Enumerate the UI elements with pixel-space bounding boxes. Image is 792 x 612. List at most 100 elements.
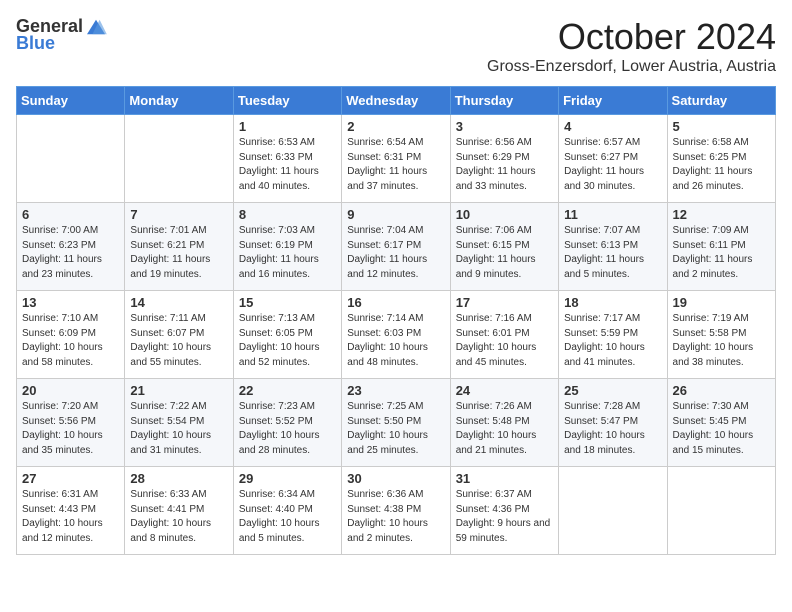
calendar-cell: 9 Sunrise: 7:04 AMSunset: 6:17 PMDaylight… [342, 203, 450, 291]
calendar-cell: 14Sunrise: 7:11 AMSunset: 6:07 PMDayligh… [125, 291, 233, 379]
calendar-week-row: 6 Sunrise: 7:00 AMSunset: 6:23 PMDaylight… [17, 203, 776, 291]
day-number: 25 [564, 383, 661, 398]
day-info: Sunrise: 6:56 AMSunset: 6:29 PMDaylight:… [456, 136, 553, 194]
weekday-header: Monday [125, 87, 233, 115]
day-number: 20 [22, 383, 119, 398]
calendar-cell: 28 Sunrise: 6:33 AMSunset: 4:41 PMDayligh… [125, 467, 233, 555]
calendar-cell: 6 Sunrise: 7:00 AMSunset: 6:23 PMDaylight… [17, 203, 125, 291]
calendar-header-row: SundayMondayTuesdayWednesdayThursdayFrid… [17, 87, 776, 115]
day-info: Sunrise: 7:23 AMSunset: 5:52 PMDaylight:… [239, 400, 336, 458]
page-header: General Blue October 2024 Gross-Enzersdo… [16, 16, 776, 76]
day-number: 31 [456, 471, 553, 486]
day-info: Sunrise: 7:14 AMSunset: 6:03 PMDaylight:… [347, 312, 444, 370]
calendar-cell: 23 Sunrise: 7:25 AMSunset: 5:50 PMDayligh… [342, 379, 450, 467]
day-info: Sunrise: 7:01 AMSunset: 6:21 PMDaylight:… [130, 224, 227, 282]
day-info: Sunrise: 7:06 AMSunset: 6:15 PMDaylight:… [456, 224, 553, 282]
day-number: 18 [564, 295, 661, 310]
calendar-cell: 30Sunrise: 6:36 AMSunset: 4:38 PMDayligh… [342, 467, 450, 555]
day-info: Sunrise: 7:03 AMSunset: 6:19 PMDaylight:… [239, 224, 336, 282]
weekday-header: Tuesday [233, 87, 341, 115]
calendar-week-row: 13 Sunrise: 7:10 AMSunset: 6:09 PMDayligh… [17, 291, 776, 379]
calendar-cell: 13 Sunrise: 7:10 AMSunset: 6:09 PMDayligh… [17, 291, 125, 379]
day-info: Sunrise: 6:34 AMSunset: 4:40 PMDaylight:… [239, 488, 336, 546]
day-info: Sunrise: 7:28 AMSunset: 5:47 PMDaylight:… [564, 400, 661, 458]
calendar-cell: 24Sunrise: 7:26 AMSunset: 5:48 PMDayligh… [450, 379, 558, 467]
calendar-cell: 17 Sunrise: 7:16 AMSunset: 6:01 PMDayligh… [450, 291, 558, 379]
calendar-cell: 25 Sunrise: 7:28 AMSunset: 5:47 PMDayligh… [559, 379, 667, 467]
day-number: 3 [456, 119, 553, 134]
day-info: Sunrise: 7:00 AMSunset: 6:23 PMDaylight:… [22, 224, 119, 282]
calendar-cell: 19Sunrise: 7:19 AMSunset: 5:58 PMDayligh… [667, 291, 775, 379]
day-number: 28 [130, 471, 227, 486]
calendar-cell: 4Sunrise: 6:57 AMSunset: 6:27 PMDaylight… [559, 115, 667, 203]
day-number: 15 [239, 295, 336, 310]
calendar-cell [125, 115, 233, 203]
day-number: 1 [239, 119, 336, 134]
month-title: October 2024 [487, 16, 776, 58]
calendar-week-row: 27 Sunrise: 6:31 AMSunset: 4:43 PMDayligh… [17, 467, 776, 555]
day-number: 10 [456, 207, 553, 222]
day-number: 7 [130, 207, 227, 222]
day-info: Sunrise: 7:13 AMSunset: 6:05 PMDaylight:… [239, 312, 336, 370]
calendar-cell: 2Sunrise: 6:54 AMSunset: 6:31 PMDaylight… [342, 115, 450, 203]
calendar-week-row: 1 Sunrise: 6:53 AMSunset: 6:33 PMDaylight… [17, 115, 776, 203]
logo-icon [85, 18, 107, 36]
weekday-header: Thursday [450, 87, 558, 115]
day-info: Sunrise: 7:10 AMSunset: 6:09 PMDaylight:… [22, 312, 119, 370]
day-number: 24 [456, 383, 553, 398]
day-info: Sunrise: 7:09 AMSunset: 6:11 PMDaylight:… [673, 224, 770, 282]
calendar-cell: 5 Sunrise: 6:58 AMSunset: 6:25 PMDaylight… [667, 115, 775, 203]
day-number: 12 [673, 207, 770, 222]
day-info: Sunrise: 6:33 AMSunset: 4:41 PMDaylight:… [130, 488, 227, 546]
day-info: Sunrise: 6:57 AMSunset: 6:27 PMDaylight:… [564, 136, 661, 194]
day-number: 8 [239, 207, 336, 222]
weekday-header: Sunday [17, 87, 125, 115]
day-info: Sunrise: 7:16 AMSunset: 6:01 PMDaylight:… [456, 312, 553, 370]
calendar-table: SundayMondayTuesdayWednesdayThursdayFrid… [16, 86, 776, 555]
day-info: Sunrise: 7:07 AMSunset: 6:13 PMDaylight:… [564, 224, 661, 282]
day-number: 5 [673, 119, 770, 134]
day-number: 29 [239, 471, 336, 486]
day-number: 2 [347, 119, 444, 134]
calendar-cell: 12 Sunrise: 7:09 AMSunset: 6:11 PMDayligh… [667, 203, 775, 291]
day-info: Sunrise: 6:58 AMSunset: 6:25 PMDaylight:… [673, 136, 770, 194]
day-info: Sunrise: 6:31 AMSunset: 4:43 PMDaylight:… [22, 488, 119, 546]
calendar-cell: 3 Sunrise: 6:56 AMSunset: 6:29 PMDaylight… [450, 115, 558, 203]
day-number: 9 [347, 207, 444, 222]
day-info: Sunrise: 6:36 AMSunset: 4:38 PMDaylight:… [347, 488, 444, 546]
calendar-cell: 11Sunrise: 7:07 AMSunset: 6:13 PMDayligh… [559, 203, 667, 291]
title-block: October 2024 Gross-Enzersdorf, Lower Aus… [487, 16, 776, 76]
calendar-cell: 31 Sunrise: 6:37 AMSunset: 4:36 PMDayligh… [450, 467, 558, 555]
day-info: Sunrise: 7:25 AMSunset: 5:50 PMDaylight:… [347, 400, 444, 458]
day-info: Sunrise: 7:20 AMSunset: 5:56 PMDaylight:… [22, 400, 119, 458]
calendar-cell: 26Sunrise: 7:30 AMSunset: 5:45 PMDayligh… [667, 379, 775, 467]
day-number: 23 [347, 383, 444, 398]
day-number: 27 [22, 471, 119, 486]
day-number: 13 [22, 295, 119, 310]
calendar-cell: 8 Sunrise: 7:03 AMSunset: 6:19 PMDaylight… [233, 203, 341, 291]
day-info: Sunrise: 7:17 AMSunset: 5:59 PMDaylight:… [564, 312, 661, 370]
calendar-cell: 22Sunrise: 7:23 AMSunset: 5:52 PMDayligh… [233, 379, 341, 467]
calendar-cell [17, 115, 125, 203]
calendar-cell: 29 Sunrise: 6:34 AMSunset: 4:40 PMDayligh… [233, 467, 341, 555]
day-info: Sunrise: 6:37 AMSunset: 4:36 PMDaylight:… [456, 488, 553, 546]
day-info: Sunrise: 7:22 AMSunset: 5:54 PMDaylight:… [130, 400, 227, 458]
calendar-cell: 7 Sunrise: 7:01 AMSunset: 6:21 PMDaylight… [125, 203, 233, 291]
calendar-cell: 1 Sunrise: 6:53 AMSunset: 6:33 PMDaylight… [233, 115, 341, 203]
calendar-cell: 15 Sunrise: 7:13 AMSunset: 6:05 PMDayligh… [233, 291, 341, 379]
calendar-cell [559, 467, 667, 555]
weekday-header: Saturday [667, 87, 775, 115]
day-number: 16 [347, 295, 444, 310]
day-info: Sunrise: 7:11 AMSunset: 6:07 PMDaylight:… [130, 312, 227, 370]
calendar-cell: 18 Sunrise: 7:17 AMSunset: 5:59 PMDayligh… [559, 291, 667, 379]
day-info: Sunrise: 7:04 AMSunset: 6:17 PMDaylight:… [347, 224, 444, 282]
location-title: Gross-Enzersdorf, Lower Austria, Austria [487, 58, 776, 76]
day-info: Sunrise: 6:53 AMSunset: 6:33 PMDaylight:… [239, 136, 336, 194]
weekday-header: Wednesday [342, 87, 450, 115]
calendar-cell: 10 Sunrise: 7:06 AMSunset: 6:15 PMDayligh… [450, 203, 558, 291]
weekday-header: Friday [559, 87, 667, 115]
day-number: 6 [22, 207, 119, 222]
calendar-cell: 21Sunrise: 7:22 AMSunset: 5:54 PMDayligh… [125, 379, 233, 467]
day-number: 17 [456, 295, 553, 310]
day-number: 19 [673, 295, 770, 310]
